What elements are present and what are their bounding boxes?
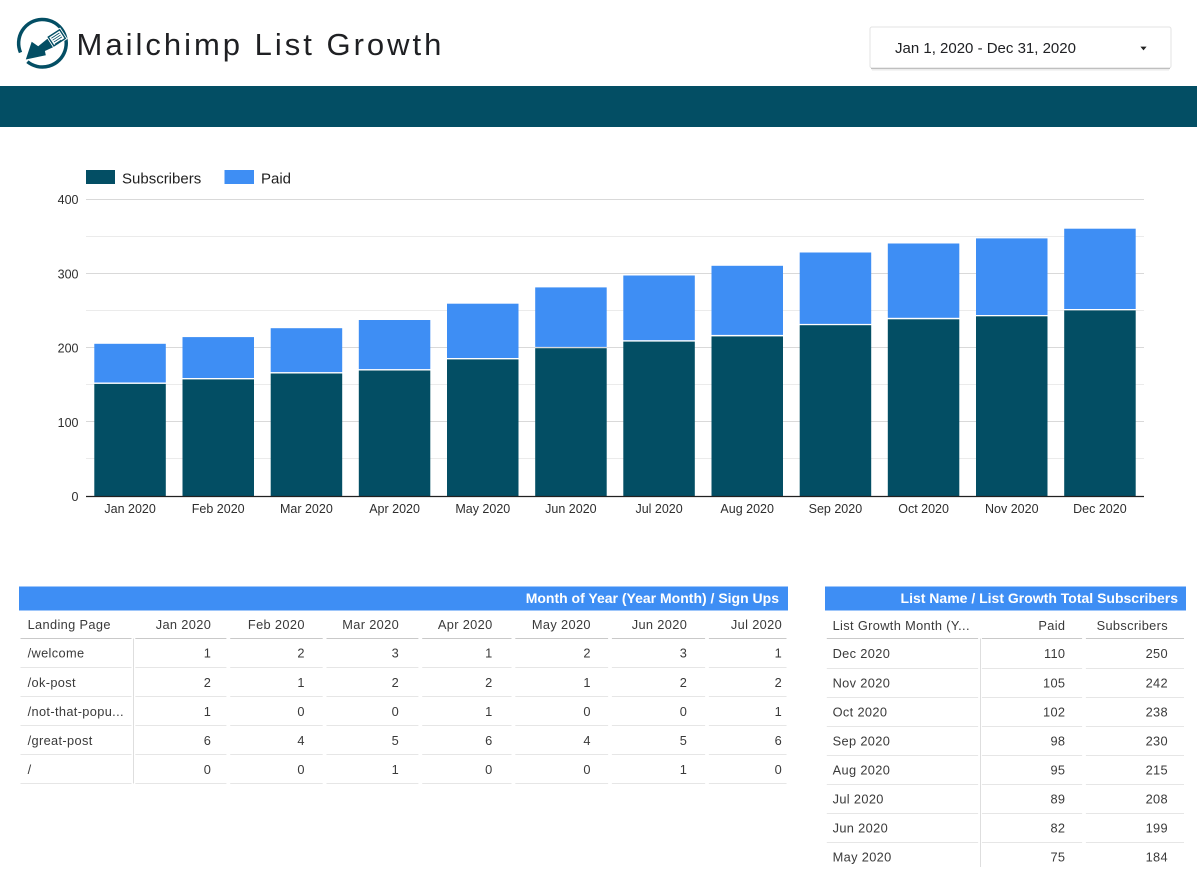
svg-text:Dec 2020: Dec 2020 — [833, 646, 891, 661]
svg-text:Dec 2020: Dec 2020 — [1073, 502, 1127, 516]
svg-text:82: 82 — [1050, 820, 1065, 835]
svg-text:/ok-post: /ok-post — [28, 675, 76, 690]
svg-text:242: 242 — [1146, 675, 1168, 690]
svg-text:1: 1 — [485, 646, 492, 661]
svg-text:Paid: Paid — [1038, 618, 1065, 633]
svg-text:1: 1 — [204, 704, 211, 719]
svg-text:110: 110 — [1044, 646, 1065, 661]
svg-text:6: 6 — [204, 733, 211, 748]
svg-text:250: 250 — [1146, 646, 1168, 661]
svg-text:Sep 2020: Sep 2020 — [833, 733, 891, 748]
svg-text:1: 1 — [775, 646, 782, 661]
svg-text:List Growth Month (Y...: List Growth Month (Y... — [833, 618, 970, 633]
svg-text:/great-post: /great-post — [28, 733, 93, 748]
svg-text:238: 238 — [1146, 704, 1168, 719]
svg-text:0: 0 — [204, 762, 211, 777]
svg-text:2: 2 — [392, 675, 399, 690]
svg-text:Jan 2020: Jan 2020 — [156, 617, 211, 632]
svg-text:0: 0 — [583, 762, 590, 777]
svg-text:Aug 2020: Aug 2020 — [720, 502, 774, 516]
svg-text:0: 0 — [775, 762, 782, 777]
svg-text:208: 208 — [1146, 791, 1168, 806]
svg-text:1: 1 — [297, 675, 304, 690]
svg-text:2: 2 — [204, 675, 211, 690]
svg-text:2: 2 — [485, 675, 492, 690]
svg-text:105: 105 — [1043, 675, 1065, 690]
svg-text:4: 4 — [297, 733, 304, 748]
svg-text:2: 2 — [583, 646, 590, 661]
svg-text:Jun 2020: Jun 2020 — [833, 820, 888, 835]
svg-text:Sep 2020: Sep 2020 — [809, 502, 863, 516]
svg-text:May 2020: May 2020 — [833, 849, 892, 864]
svg-text:215: 215 — [1146, 762, 1168, 777]
svg-text:300: 300 — [58, 267, 79, 281]
svg-text:5: 5 — [680, 733, 687, 748]
svg-text:Apr 2020: Apr 2020 — [369, 502, 420, 516]
svg-text:Jan 1, 2020 - Dec 31, 2020: Jan 1, 2020 - Dec 31, 2020 — [895, 40, 1076, 57]
svg-text:1: 1 — [392, 762, 399, 777]
svg-text:May 2020: May 2020 — [532, 617, 591, 632]
svg-text:Aug 2020: Aug 2020 — [833, 762, 891, 777]
svg-text:Subscribers: Subscribers — [1097, 618, 1168, 633]
svg-text:1: 1 — [775, 704, 782, 719]
svg-text:200: 200 — [58, 342, 79, 356]
svg-text:4: 4 — [583, 733, 590, 748]
svg-text:0: 0 — [297, 704, 304, 719]
svg-text:1: 1 — [680, 762, 687, 777]
svg-text:Oct 2020: Oct 2020 — [898, 502, 949, 516]
svg-text:400: 400 — [58, 193, 79, 207]
svg-text:1: 1 — [204, 646, 211, 661]
svg-text:Jun 2020: Jun 2020 — [632, 617, 687, 632]
svg-text:May 2020: May 2020 — [455, 502, 510, 516]
svg-text:184: 184 — [1146, 849, 1168, 864]
svg-text:89: 89 — [1050, 791, 1065, 806]
svg-text:Jun 2020: Jun 2020 — [545, 502, 596, 516]
svg-text:5: 5 — [392, 733, 399, 748]
svg-text:Nov 2020: Nov 2020 — [985, 502, 1039, 516]
svg-text:98: 98 — [1050, 733, 1065, 748]
svg-text:0: 0 — [583, 704, 590, 719]
svg-text:6: 6 — [485, 733, 492, 748]
svg-text:Jul 2020: Jul 2020 — [731, 617, 782, 632]
svg-text:Feb 2020: Feb 2020 — [192, 502, 245, 516]
svg-text:Jul 2020: Jul 2020 — [833, 791, 884, 806]
svg-text:95: 95 — [1050, 762, 1065, 777]
svg-text:230: 230 — [1146, 733, 1168, 748]
svg-text:0: 0 — [680, 704, 687, 719]
svg-text:Feb 2020: Feb 2020 — [248, 617, 305, 632]
svg-text:Subscribers: Subscribers — [122, 171, 201, 188]
svg-text:1: 1 — [485, 704, 492, 719]
svg-text:Mar 2020: Mar 2020 — [342, 617, 399, 632]
svg-text:0: 0 — [392, 704, 399, 719]
svg-text:100: 100 — [58, 416, 79, 430]
svg-text:2: 2 — [775, 675, 782, 690]
svg-text:2: 2 — [297, 646, 304, 661]
svg-text:Apr 2020: Apr 2020 — [438, 617, 493, 632]
svg-text:0: 0 — [485, 762, 492, 777]
svg-text:/: / — [28, 762, 32, 777]
svg-text:Month of Year (Year Month) / S: Month of Year (Year Month) / Sign Ups — [526, 590, 780, 606]
svg-text:6: 6 — [775, 733, 782, 748]
svg-text:1: 1 — [583, 675, 590, 690]
svg-text:199: 199 — [1146, 820, 1168, 835]
svg-text:Mailchimp List Growth: Mailchimp List Growth — [77, 27, 445, 62]
svg-text:Nov 2020: Nov 2020 — [833, 675, 891, 690]
svg-text:3: 3 — [392, 646, 399, 661]
svg-text:75: 75 — [1050, 849, 1065, 864]
svg-text:Jul 2020: Jul 2020 — [635, 502, 682, 516]
svg-text:/not-that-popu...: /not-that-popu... — [28, 704, 124, 719]
svg-text:0: 0 — [72, 490, 79, 504]
svg-text:/welcome: /welcome — [28, 646, 85, 661]
svg-text:Mar 2020: Mar 2020 — [280, 502, 333, 516]
svg-text:Paid: Paid — [261, 171, 291, 188]
svg-text:0: 0 — [297, 762, 304, 777]
svg-text:3: 3 — [680, 646, 687, 661]
svg-text:Landing Page: Landing Page — [28, 617, 111, 632]
svg-text:102: 102 — [1043, 704, 1065, 719]
svg-text:Jan 2020: Jan 2020 — [104, 502, 155, 516]
svg-text:Oct 2020: Oct 2020 — [833, 704, 888, 719]
svg-text:2: 2 — [680, 675, 687, 690]
svg-text:List Name / List Growth Total: List Name / List Growth Total Subscriber… — [901, 590, 1179, 606]
